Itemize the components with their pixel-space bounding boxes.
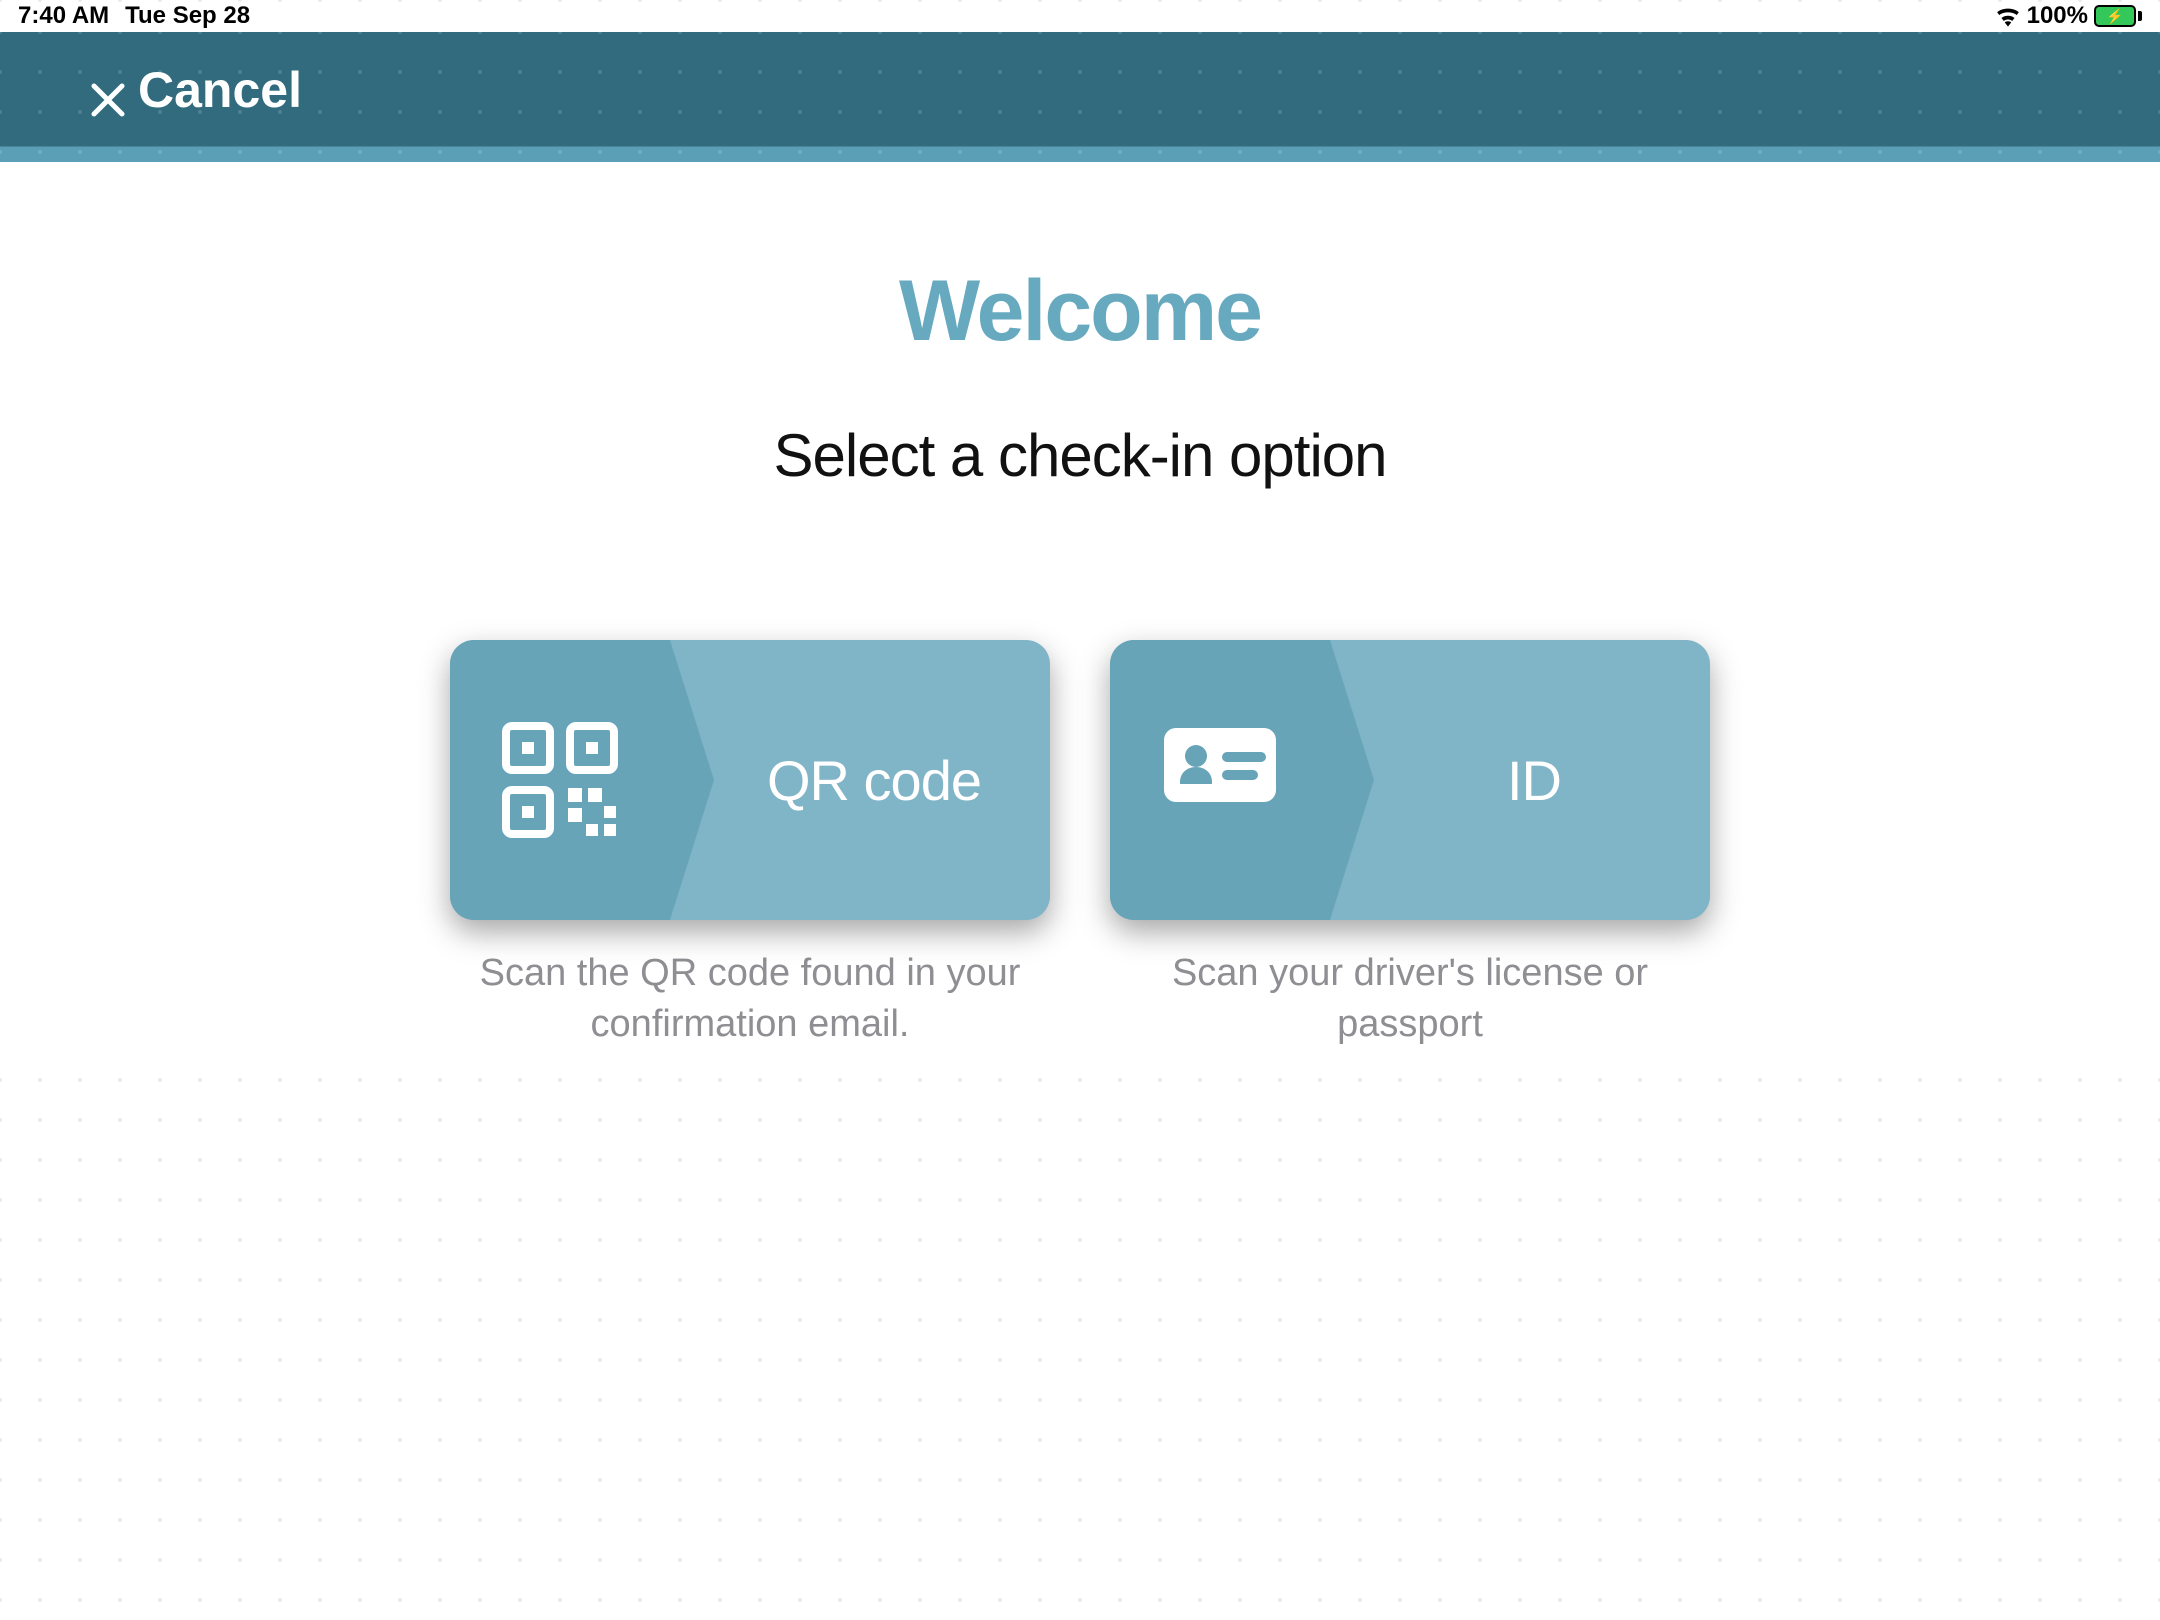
- battery-icon: ⚡: [2094, 5, 2142, 27]
- wifi-icon: [1995, 5, 2021, 27]
- option-qr-wrap: QR code Scan the QR code found in your c…: [450, 640, 1050, 1051]
- main-content: Welcome Select a check-in option: [0, 162, 2160, 1051]
- qr-code-button[interactable]: QR code: [450, 640, 1050, 920]
- id-label: ID: [1507, 748, 1561, 813]
- id-button[interactable]: ID: [1110, 640, 1710, 920]
- qr-code-label: QR code: [767, 748, 981, 813]
- status-date: Tue Sep 28: [125, 2, 250, 30]
- id-icon-area: [1110, 640, 1330, 920]
- id-card-icon: [1160, 720, 1280, 840]
- option-id-wrap: ID Scan your driver's license or passpor…: [1110, 640, 1710, 1051]
- qr-code-icon: [500, 720, 620, 840]
- qr-code-icon-area: [450, 640, 670, 920]
- page-title: Welcome: [0, 262, 2160, 361]
- battery-percent: 100%: [2027, 2, 2088, 30]
- cancel-label: Cancel: [138, 61, 302, 119]
- cancel-button[interactable]: Cancel: [90, 61, 302, 119]
- id-description: Scan your driver's license or passport: [1130, 948, 1690, 1051]
- options-row: QR code Scan the QR code found in your c…: [0, 640, 2160, 1051]
- header-bar: Cancel: [0, 32, 2160, 162]
- status-bar: 7:40 AM Tue Sep 28 100% ⚡: [0, 0, 2160, 32]
- page-subtitle: Select a check-in option: [0, 421, 2160, 490]
- close-icon: [90, 72, 126, 108]
- qr-code-description: Scan the QR code found in your confirmat…: [470, 948, 1030, 1051]
- status-time: 7:40 AM: [18, 2, 109, 30]
